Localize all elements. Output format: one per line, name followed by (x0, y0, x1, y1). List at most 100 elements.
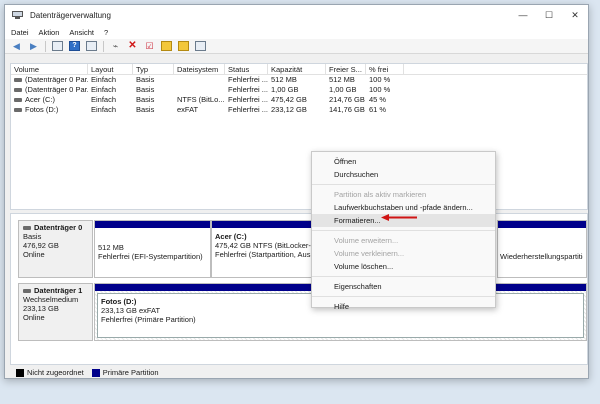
volume-icon (14, 98, 22, 103)
col-layout[interactable]: Layout (88, 64, 133, 74)
menu-item-change-drive-letter[interactable]: Laufwerkbuchstaben und -pfade ändern... (312, 201, 495, 214)
close-button[interactable]: ✕ (562, 5, 588, 25)
disk-0-size: 476,92 GB (23, 241, 59, 250)
menu-item-open[interactable]: Öffnen (312, 155, 495, 168)
partition-c[interactable]: Acer (C:) 475,42 GB NTFS (BitLocker-vers… (211, 220, 317, 278)
cell-status: Fehlerfrei ... (228, 75, 268, 84)
delete-x-icon[interactable]: ✕ (127, 41, 138, 51)
col-kapazitaet[interactable]: Kapazität (268, 64, 326, 74)
menu-item-explore[interactable]: Durchsuchen (312, 168, 495, 181)
cell-typ: Basis (136, 75, 155, 84)
annotation-arrow-icon (381, 214, 417, 221)
disk-management-icon (12, 10, 24, 20)
cell-volume: Fotos (D:) (25, 105, 59, 114)
cell-kapazitaet: 475,42 GB (271, 95, 307, 104)
partition-efi-size: 512 MB (98, 243, 124, 252)
table-row[interactable]: Acer (C:) Einfach Basis NTFS (BitLo... F… (11, 95, 587, 105)
unallocated-swatch (16, 368, 24, 377)
minimize-button[interactable]: — (510, 5, 536, 25)
cell-prozent-frei: 45 % (369, 95, 387, 104)
table-row[interactable]: (Datenträger 0 Par... Einfach Basis Fehl… (11, 85, 587, 95)
volume-icon (14, 88, 22, 93)
menu-ansicht[interactable]: Ansicht (69, 28, 94, 37)
menu-bar: Datei Aktion Ansicht ? (5, 25, 588, 39)
col-status[interactable]: Status (225, 64, 268, 74)
maximize-button[interactable]: ☐ (536, 5, 562, 25)
folder-open-icon[interactable] (161, 41, 172, 51)
menu-item-properties[interactable]: Eigenschaften (312, 280, 495, 293)
menu-datei[interactable]: Datei (11, 28, 29, 37)
partition-c-status: Fehlerfrei (Startpartition, Auslag (215, 250, 313, 259)
col-prozent-frei[interactable]: % frei (366, 64, 404, 74)
legend-unallocated: Nicht zugeordnet (27, 368, 84, 377)
cell-prozent-frei: 100 % (369, 85, 391, 94)
col-volume[interactable]: Volume (11, 64, 88, 74)
cell-kapazitaet: 512 MB (271, 75, 297, 84)
partition-c-title: Acer (C:) (215, 232, 247, 241)
disk-1-type: Wechselmedium (23, 295, 79, 304)
cell-dateisystem (174, 75, 225, 85)
col-freier-speicher[interactable]: Freier S... (326, 64, 366, 74)
cell-prozent-frei: 100 % (369, 75, 391, 84)
cell-dateisystem: exFAT (177, 105, 199, 114)
volume-list-header: Volume Layout Typ Dateisystem Status Kap… (11, 64, 587, 75)
disk-management-window: Datenträgerverwaltung — ☐ ✕ Datei Aktion… (4, 4, 589, 379)
console-tree-icon[interactable] (52, 41, 63, 51)
cell-freier-speicher: 1,00 GB (329, 85, 357, 94)
menu-help[interactable]: ? (104, 28, 108, 37)
volume-icon (14, 108, 22, 113)
window-title: Datenträgerverwaltung (30, 10, 111, 20)
primary-partition-bar (212, 221, 316, 228)
toolbar: ◀ ▶ ? ⌁ ✕ ☑ (5, 39, 588, 54)
cell-typ: Basis (136, 85, 155, 94)
title-bar: Datenträgerverwaltung — ☐ ✕ (5, 5, 588, 25)
cell-prozent-frei: 61 % (369, 105, 387, 114)
cell-typ: Basis (136, 95, 155, 104)
disk-0-label[interactable]: Datenträger 0 Basis 476,92 GB Online (18, 220, 93, 278)
search-folder-icon[interactable] (178, 41, 189, 51)
col-typ[interactable]: Typ (133, 64, 174, 74)
cell-status: Fehlerfrei ... (228, 95, 268, 104)
cell-volume: (Datenträger 0 Par... (25, 85, 88, 94)
cell-kapazitaet: 233,12 GB (271, 105, 307, 114)
disk-1-label[interactable]: Datenträger 1 Wechselmedium 233,13 GB On… (18, 283, 93, 341)
check-document-icon[interactable]: ☑ (144, 41, 155, 51)
menu-item-extend-volume: Volume erweitern... (334, 236, 399, 245)
disk-graphical-view: Datenträger 0 Basis 476,92 GB Online 512… (10, 213, 588, 365)
cell-freier-speicher: 214,76 GB (329, 95, 365, 104)
volume-list: Volume Layout Typ Dateisystem Status Kap… (10, 63, 588, 210)
help-book-icon[interactable]: ? (69, 41, 80, 51)
cell-layout: Einfach (91, 85, 117, 94)
properties-icon[interactable] (195, 41, 206, 51)
menu-separator (312, 230, 495, 231)
disk-0-status: Online (23, 250, 45, 259)
disk-1-name: Datenträger 1 (34, 286, 83, 295)
partition-efi[interactable]: 512 MB Fehlerfrei (EFI-Systempartition) (94, 220, 211, 278)
primary-partition-bar (498, 221, 586, 228)
volume-icon (14, 78, 22, 83)
context-menu: Öffnen Durchsuchen Partition als aktiv m… (311, 151, 496, 311)
cell-status: Fehlerfrei ... (228, 85, 268, 94)
col-dateisystem[interactable]: Dateisystem (174, 64, 225, 74)
cell-layout: Einfach (91, 95, 117, 104)
list-view-icon[interactable] (86, 41, 97, 51)
disk-1-status: Online (23, 313, 45, 322)
forward-arrow-icon[interactable]: ▶ (28, 41, 39, 51)
back-arrow-icon[interactable]: ◀ (11, 41, 22, 51)
menu-separator (312, 276, 495, 277)
cell-status: Fehlerfrei ... (228, 105, 268, 114)
primary-partition-bar (95, 221, 210, 228)
menu-aktion[interactable]: Aktion (39, 28, 60, 37)
cell-layout: Einfach (91, 75, 117, 84)
primary-swatch (91, 368, 100, 377)
cell-freier-speicher: 512 MB (329, 75, 355, 84)
menu-item-delete-volume[interactable]: Volume löschen... (312, 260, 495, 273)
menu-item-help[interactable]: Hilfe (312, 300, 495, 313)
partition-recovery[interactable]: Wiederherstellungspartition) (497, 220, 587, 278)
table-row[interactable]: (Datenträger 0 Par... Einfach Basis Fehl… (11, 75, 587, 85)
disk-icon (23, 288, 31, 293)
disk-icon (23, 225, 31, 230)
table-row[interactable]: Fotos (D:) Einfach Basis exFAT Fehlerfre… (11, 105, 587, 115)
cell-dateisystem (174, 85, 225, 95)
connect-drive-icon[interactable]: ⌁ (110, 41, 121, 51)
